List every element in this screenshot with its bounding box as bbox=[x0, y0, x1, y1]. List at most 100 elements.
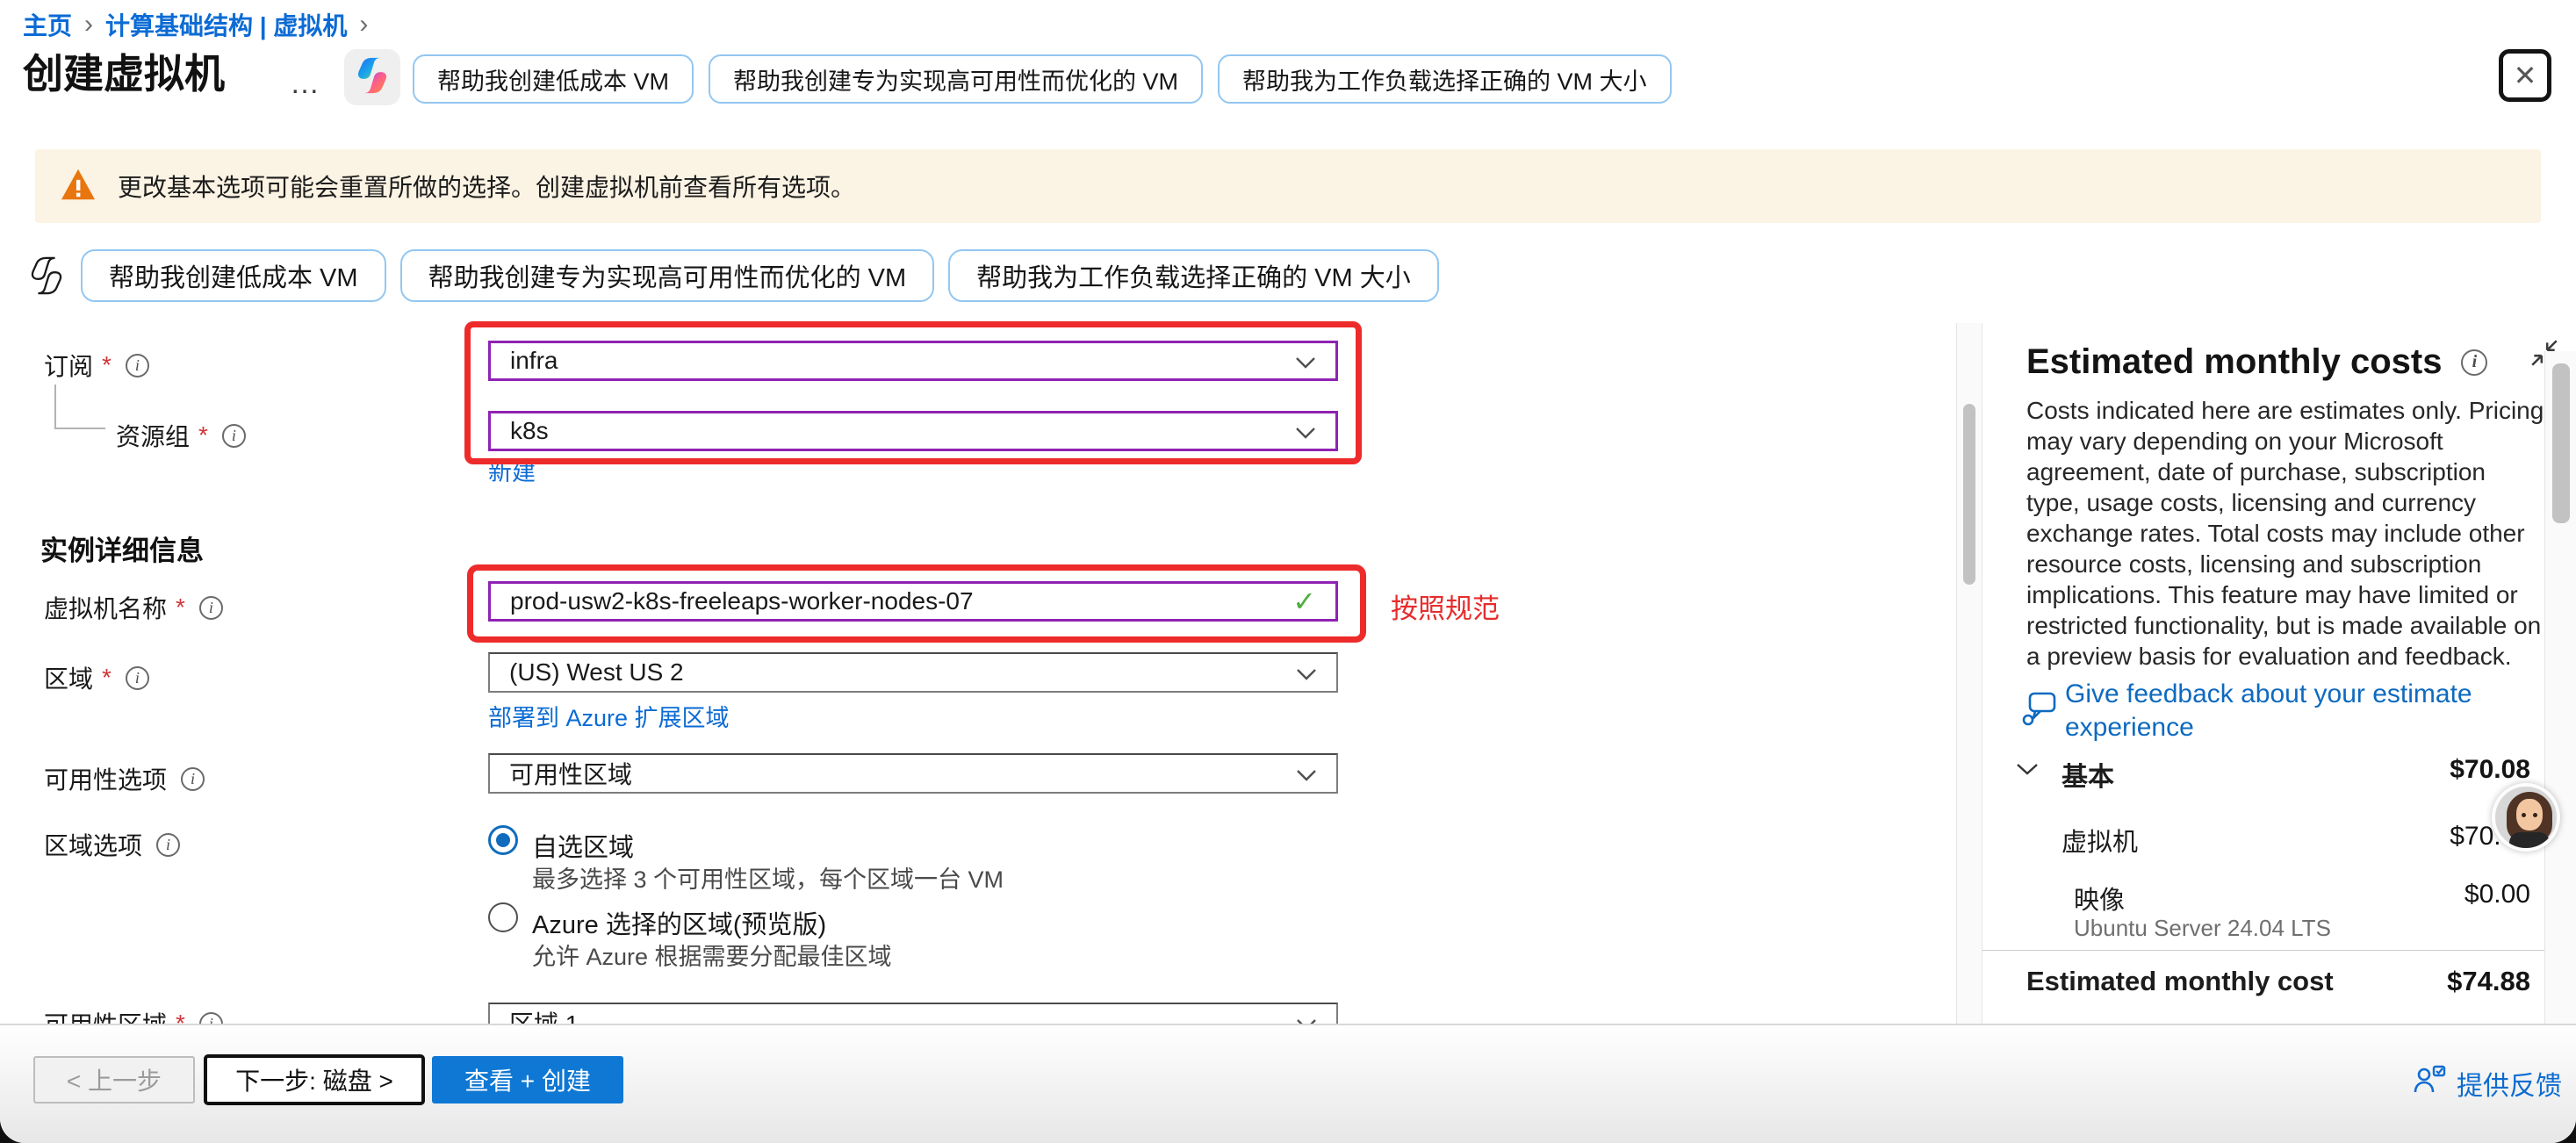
chevron-right-icon: › bbox=[84, 10, 93, 40]
resource-group-label: 资源组* i bbox=[116, 418, 246, 453]
cost-row-label: 基本 bbox=[2062, 755, 2114, 794]
subscription-dropdown[interactable]: infra bbox=[488, 341, 1338, 381]
suggestion-low-cost-button[interactable]: 帮助我创建低成本 VM bbox=[413, 54, 694, 104]
give-feedback-link[interactable]: 提供反馈 bbox=[2413, 1064, 2562, 1103]
info-icon[interactable]: i bbox=[199, 1012, 223, 1024]
availability-zone-dropdown[interactable]: 区域 1 bbox=[488, 1003, 1338, 1024]
create-new-resource-group-link[interactable]: 新建 bbox=[488, 453, 536, 487]
required-marker: * bbox=[102, 664, 112, 692]
estimate-feedback-link[interactable]: Give feedback about your estimate experi… bbox=[2065, 678, 2557, 744]
close-icon: ✕ bbox=[2514, 59, 2537, 92]
more-options-button[interactable]: … bbox=[290, 67, 322, 101]
annotation-text: 按照规范 bbox=[1391, 586, 1500, 626]
availability-options-dropdown[interactable]: 可用性区域 bbox=[488, 753, 1338, 794]
chevron-down-icon bbox=[1295, 417, 1316, 445]
chevron-down-icon bbox=[1296, 1009, 1317, 1024]
region-label: 区域* i bbox=[44, 660, 149, 695]
suggestion-high-availability-button[interactable]: 帮助我创建专为实现高可用性而优化的 VM bbox=[709, 54, 1203, 104]
review-create-button[interactable]: 查看 + 创建 bbox=[432, 1056, 623, 1103]
chevron-down-icon bbox=[1296, 658, 1317, 687]
panel-scrollbar-thumb[interactable] bbox=[2552, 363, 2570, 523]
total-cost-value: $74.88 bbox=[2447, 966, 2530, 997]
chevron-down-icon bbox=[1295, 347, 1316, 375]
tree-connector-horizontal bbox=[54, 428, 105, 429]
cost-row-sublabel: Ubuntu Server 24.04 LTS bbox=[2074, 915, 2331, 942]
main-scrollbar-track[interactable] bbox=[1956, 323, 1982, 1024]
total-cost-label: Estimated monthly cost bbox=[2026, 966, 2334, 997]
copilot-button[interactable] bbox=[344, 49, 400, 105]
feedback-bubbles-icon bbox=[2021, 690, 2058, 735]
suggestion-right-size-button[interactable]: 帮助我为工作负载选择正确的 VM 大小 bbox=[1218, 54, 1672, 104]
page-title: 创建虚拟机 bbox=[23, 42, 225, 100]
cost-row-label: 虚拟机 bbox=[2062, 822, 2138, 859]
breadcrumb-section-link[interactable]: 计算基础结构 | 虚拟机 bbox=[105, 7, 347, 42]
cost-panel-description: Costs indicated here are estimates only.… bbox=[2026, 395, 2544, 672]
subscription-value: infra bbox=[510, 347, 558, 375]
chevron-down-icon bbox=[1296, 759, 1317, 787]
cost-row-value: $0.00 bbox=[2464, 880, 2530, 909]
breadcrumb-home-link[interactable]: 主页 bbox=[23, 7, 72, 42]
next-step-disks-button[interactable]: 下一步: 磁盘 > bbox=[204, 1054, 425, 1105]
cost-panel-title: Estimated monthly costs i bbox=[2026, 342, 2487, 382]
vm-name-label: 虚拟机名称* i bbox=[44, 590, 223, 625]
warning-icon bbox=[60, 168, 97, 205]
copilot-outline-icon bbox=[26, 255, 67, 296]
cost-row-label: 映像 bbox=[2074, 880, 2125, 917]
previous-step-button[interactable]: < 上一步 bbox=[33, 1056, 195, 1103]
availability-zone-label: 可用性区域* i bbox=[44, 1006, 223, 1024]
close-button[interactable]: ✕ bbox=[2499, 49, 2551, 102]
zone-options-label: 区域选项 i bbox=[44, 827, 180, 862]
deploy-edge-zone-link[interactable]: 部署到 Azure 扩展区域 bbox=[488, 699, 730, 733]
required-marker: * bbox=[198, 421, 208, 449]
availability-options-label: 可用性选项 i bbox=[44, 761, 205, 796]
self-select-zones-description: 最多选择 3 个可用性区域，每个区域一台 VM bbox=[532, 860, 1004, 895]
give-feedback-label: 提供反馈 bbox=[2457, 1064, 2562, 1103]
feedback-person-icon bbox=[2413, 1064, 2446, 1103]
info-icon[interactable]: i bbox=[181, 767, 205, 791]
info-icon[interactable]: i bbox=[156, 833, 180, 857]
info-icon[interactable]: i bbox=[199, 596, 223, 620]
copilot-suggestions-row: 帮助我创建低成本 VM 帮助我创建专为实现高可用性而优化的 VM 帮助我为工作负… bbox=[26, 249, 1439, 302]
chevron-down-icon[interactable] bbox=[2016, 762, 2039, 780]
azure-selected-zones-radio-label[interactable]: Azure 选择的区域(预览版) bbox=[532, 904, 826, 941]
warning-text: 更改基本选项可能会重置所做的选择。创建虚拟机前查看所有选项。 bbox=[118, 169, 855, 204]
cost-row-value: $70.08 bbox=[2450, 755, 2530, 785]
create-vm-page: 主页 › 计算基础结构 | 虚拟机 › 创建虚拟机 … 帮助我创建低成本 VM … bbox=[0, 0, 2576, 1143]
info-icon[interactable]: i bbox=[126, 354, 149, 377]
vm-name-value: prod-usw2-k8s-freeleaps-worker-nodes-07 bbox=[510, 587, 974, 615]
copilot-icon bbox=[352, 55, 392, 100]
panel-scrollbar-track[interactable] bbox=[2544, 351, 2576, 1024]
copilot-suggestions-top: 帮助我创建低成本 VM 帮助我创建专为实现高可用性而优化的 VM 帮助我为工作负… bbox=[413, 54, 1672, 104]
region-dropdown[interactable]: (US) West US 2 bbox=[488, 652, 1338, 693]
resource-group-dropdown[interactable]: k8s bbox=[488, 411, 1338, 451]
subscription-label: 订阅* i bbox=[44, 348, 149, 383]
instance-details-heading: 实例详细信息 bbox=[40, 528, 204, 568]
self-select-zones-radio-label[interactable]: 自选区域 bbox=[532, 827, 634, 864]
vm-name-input[interactable]: prod-usw2-k8s-freeleaps-worker-nodes-07 … bbox=[488, 581, 1338, 622]
region-value: (US) West US 2 bbox=[509, 658, 684, 687]
avatar[interactable] bbox=[2492, 783, 2560, 852]
required-marker: * bbox=[102, 351, 112, 379]
azure-selected-zones-description: 允许 Azure 根据需要分配最佳区域 bbox=[532, 938, 892, 972]
suggestion-low-cost-button[interactable]: 帮助我创建低成本 VM bbox=[81, 249, 386, 302]
info-icon[interactable]: i bbox=[2461, 349, 2487, 376]
availability-options-value: 可用性区域 bbox=[509, 756, 632, 791]
chevron-right-icon: › bbox=[359, 10, 368, 40]
info-icon[interactable]: i bbox=[126, 666, 149, 690]
panel-divider bbox=[1982, 950, 2576, 951]
suggestion-high-availability-button[interactable]: 帮助我创建专为实现高可用性而优化的 VM bbox=[400, 249, 935, 302]
tree-connector-vertical bbox=[54, 385, 56, 428]
valid-check-icon: ✓ bbox=[1292, 585, 1316, 618]
resource-group-value: k8s bbox=[510, 417, 549, 445]
azure-selected-zones-radio[interactable] bbox=[488, 902, 518, 932]
main-scrollbar-thumb[interactable] bbox=[1963, 404, 1975, 585]
self-select-zones-radio[interactable] bbox=[488, 825, 518, 855]
required-marker: * bbox=[176, 1010, 185, 1024]
info-icon[interactable]: i bbox=[222, 424, 246, 448]
breadcrumb: 主页 › 计算基础结构 | 虚拟机 › bbox=[23, 7, 368, 42]
availability-zone-value: 区域 1 bbox=[509, 1005, 579, 1024]
required-marker: * bbox=[176, 593, 185, 622]
suggestion-right-size-button[interactable]: 帮助我为工作负载选择正确的 VM 大小 bbox=[948, 249, 1439, 302]
clipped-form-row: 可用性区域* i 区域 1 bbox=[0, 992, 1956, 1024]
warning-banner: 更改基本选项可能会重置所做的选择。创建虚拟机前查看所有选项。 bbox=[35, 149, 2541, 223]
